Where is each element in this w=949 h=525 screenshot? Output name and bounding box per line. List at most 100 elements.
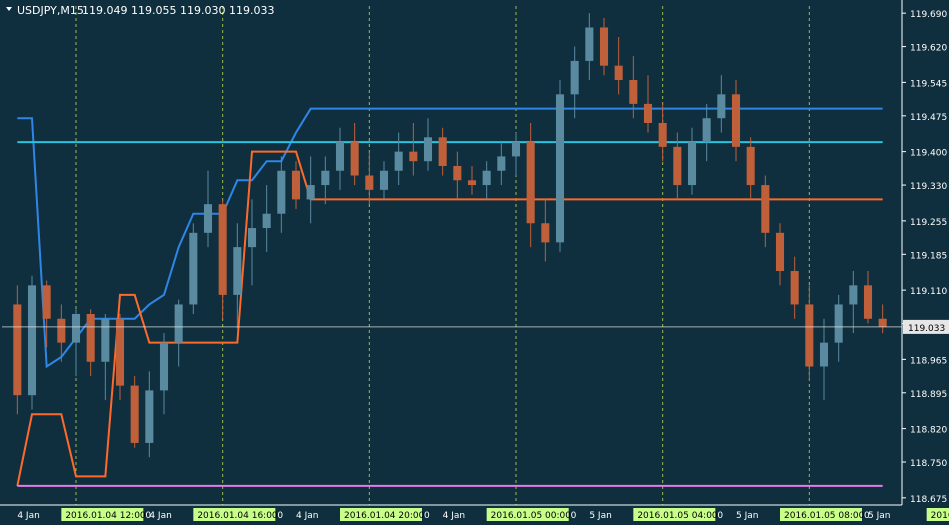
- price-tick-label: 118.965: [910, 356, 947, 366]
- candle-body: [673, 146, 682, 186]
- time-axis-label: 5 Jan: [868, 511, 890, 521]
- candle-body: [511, 142, 521, 157]
- candle-body: [438, 137, 447, 166]
- price-chart[interactable]: 119.690 119.620 119.545 119.475 119.400 119.3…: [0, 0, 949, 521]
- candle[interactable]: [130, 376, 139, 448]
- candle-body: [159, 342, 169, 391]
- price-tick-label: 119.185: [910, 251, 947, 261]
- candle-body: [130, 385, 139, 443]
- candle-body: [453, 165, 462, 181]
- price-tick-label: 119.475: [910, 113, 947, 123]
- candle-body: [115, 318, 125, 386]
- candle-body: [746, 146, 755, 186]
- candle-body: [57, 318, 66, 343]
- time-axis-label: 4 Jan: [149, 511, 171, 521]
- candle-body: [819, 342, 829, 367]
- candle[interactable]: [189, 223, 198, 314]
- candle-body: [71, 313, 81, 343]
- candle-body: [321, 170, 330, 186]
- candle-body: [233, 247, 242, 295]
- price-tick-label: 118.820: [910, 426, 947, 436]
- candle-body: [643, 103, 653, 123]
- candle-body: [291, 170, 301, 200]
- candle-body: [335, 142, 345, 171]
- candle-body: [497, 156, 506, 171]
- candle-body: [218, 204, 227, 295]
- time-axis-label: 4 Jan: [17, 511, 39, 521]
- candle-body: [805, 304, 814, 367]
- time-axis-label: 4 Jan: [296, 511, 318, 521]
- time-badge-label: 2016.01.04 16:00: [197, 511, 278, 521]
- time-axis-label: 5 Jan: [589, 511, 611, 521]
- candle-body: [687, 142, 697, 186]
- candle-body: [555, 94, 565, 243]
- candle-body: [834, 304, 843, 343]
- candle-body: [262, 213, 271, 229]
- candle-body: [203, 204, 213, 233]
- chart-header: USDJPY,M15 119.049 119.055 119.030 119.0…: [6, 4, 274, 17]
- candle-body: [629, 80, 638, 104]
- candle-body: [658, 122, 667, 147]
- candle-body: [717, 94, 726, 119]
- candle-body: [365, 175, 374, 190]
- candle-body: [379, 170, 389, 190]
- candle-body: [614, 65, 623, 81]
- candle-body: [731, 94, 741, 147]
- price-tick-label: 118.675: [910, 495, 947, 505]
- symbol-label: USDJPY,M15: [17, 4, 84, 17]
- time-badge-suffix: 0: [571, 511, 577, 521]
- candle-body: [145, 390, 154, 443]
- price-tick-label: 119.255: [910, 218, 947, 228]
- candle-body: [585, 27, 594, 61]
- price-tick-label: 118.895: [910, 390, 947, 400]
- candle-body: [409, 151, 418, 162]
- time-badge-label: 2016.01.04 12:00: [65, 511, 146, 521]
- candle-body: [467, 180, 477, 186]
- candle-body: [863, 285, 873, 319]
- candle-body: [350, 142, 359, 176]
- candle-body: [86, 313, 95, 362]
- candle-body: [27, 285, 37, 396]
- price-tick-label: 119.400: [910, 149, 947, 159]
- candle-body: [394, 151, 403, 171]
- time-badge-suffix: 0: [717, 511, 723, 521]
- candle-body: [878, 318, 887, 327]
- candle-body: [277, 170, 286, 214]
- candle-body: [599, 27, 609, 66]
- candle-body: [482, 170, 491, 186]
- quote-label: 119.049 119.055 119.030 119.033: [82, 4, 274, 17]
- time-axis-label: 4 Jan: [443, 511, 465, 521]
- price-tick-label: 119.110: [910, 287, 947, 297]
- time-axis-label: 5 Jan: [736, 511, 758, 521]
- candle-body: [790, 271, 799, 305]
- price-tick-label: 119.330: [910, 182, 947, 192]
- price-tick-label: 119.620: [910, 44, 947, 54]
- candle[interactable]: [27, 275, 37, 410]
- candle-body: [775, 232, 785, 272]
- time-badge-label: 2016.01.05 04:00: [637, 511, 718, 521]
- chart[interactable]: 119.690 119.620 119.545 119.475 119.400 119.3…: [0, 0, 949, 521]
- time-badge-label: 2016.01.04 20:00: [344, 511, 425, 521]
- chart-background: [0, 0, 949, 521]
- candle-body: [101, 318, 110, 362]
- candle[interactable]: [13, 285, 22, 415]
- candle-body: [42, 285, 51, 319]
- candle-body: [174, 304, 183, 343]
- candle-body: [526, 142, 535, 224]
- time-badge-suffix: 0: [277, 511, 283, 521]
- candle-body: [247, 228, 257, 248]
- time-badge-label: 2016.01.05 12:00: [931, 511, 949, 521]
- price-tick-label: 119.690: [910, 10, 947, 20]
- candle[interactable]: [555, 80, 565, 252]
- candle-body: [761, 185, 770, 233]
- candle-body: [189, 232, 198, 305]
- candle-body: [702, 118, 711, 143]
- time-badge-label: 2016.01.05 08:00: [784, 511, 865, 521]
- time-badge-label: 2016.01.05 00:00: [491, 511, 572, 521]
- candle-body: [541, 223, 550, 243]
- candle-body: [570, 60, 579, 95]
- candle-body: [849, 285, 858, 305]
- price-tick-label: 118.750: [910, 459, 947, 469]
- candle-body: [13, 304, 22, 396]
- current-price-label: 119.033: [908, 324, 945, 334]
